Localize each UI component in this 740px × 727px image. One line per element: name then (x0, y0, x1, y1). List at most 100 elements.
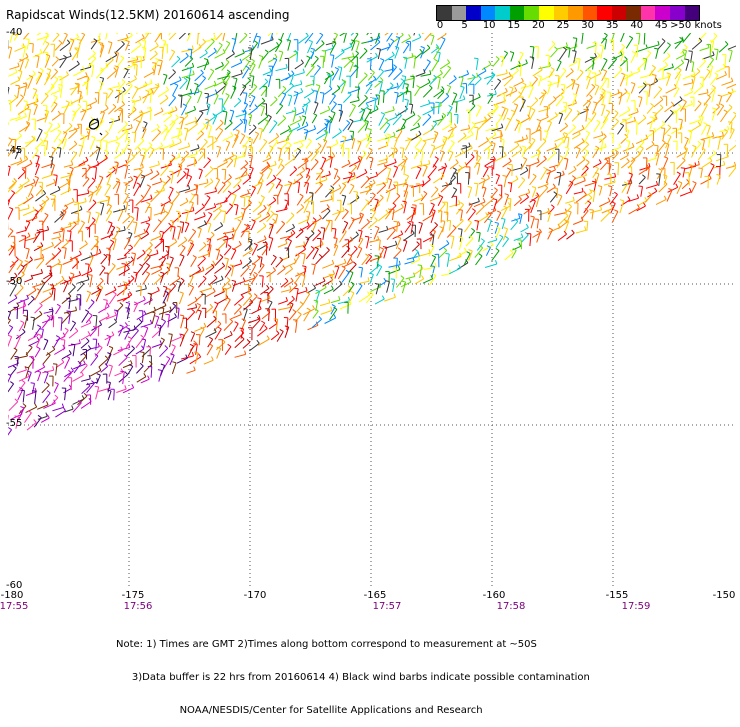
wind-barb (335, 49, 344, 59)
wind-barb (62, 33, 67, 44)
wind-barb (338, 266, 345, 279)
wind-barb (114, 149, 124, 159)
wind-barb (154, 108, 163, 116)
wind-barb (641, 33, 645, 45)
wind-barb (301, 275, 305, 287)
time-label: 17:59 (622, 601, 651, 612)
wind-barb (122, 264, 126, 277)
wind-barb (575, 84, 579, 95)
wind-barb (646, 141, 654, 149)
wind-barb (223, 132, 233, 140)
wind-barb (678, 133, 682, 143)
wind-barb (396, 237, 401, 249)
wind-barb (628, 167, 632, 178)
wind-barb (8, 69, 17, 77)
wind-barb (19, 373, 29, 381)
wind-barb (330, 307, 337, 320)
wind-barb (124, 238, 130, 249)
time-label: 17:56 (124, 601, 153, 612)
wind-barb (106, 210, 112, 221)
wind-barb (160, 95, 168, 104)
wind-barb (716, 153, 728, 161)
wind-barb (176, 211, 180, 222)
wind-barb (285, 155, 295, 166)
time-label: 17:55 (0, 601, 28, 612)
wind-barb (54, 382, 58, 392)
wind-barb (35, 347, 40, 357)
wind-barb (626, 36, 632, 48)
wind-barb (243, 78, 251, 88)
wind-barb (171, 131, 182, 139)
wind-barb (285, 83, 294, 94)
wind-barb (726, 162, 736, 168)
wind-barb (143, 90, 149, 103)
wind-barb (449, 265, 460, 274)
wind-barb (585, 179, 597, 186)
wind-barb (195, 204, 205, 214)
wind-barb (453, 196, 457, 206)
wind-barb (349, 218, 355, 230)
wind-barb (654, 145, 658, 156)
wind-barb (180, 315, 184, 328)
latitude-label: -40 (6, 27, 22, 38)
wind-barb (370, 273, 374, 284)
wind-barb (213, 302, 218, 313)
colorbar-swatch (481, 6, 496, 20)
wind-barb (601, 117, 608, 130)
wind-barb (448, 141, 455, 153)
wind-barb (35, 176, 39, 186)
wind-barb (639, 186, 643, 197)
wind-barb (37, 114, 47, 121)
wind-barb (133, 176, 137, 189)
wind-barb (149, 161, 159, 168)
wind-barb (160, 346, 168, 357)
latitude-label: -45 (6, 145, 22, 156)
wind-barb (105, 184, 111, 196)
wind-barb (91, 224, 95, 234)
wind-barb (222, 211, 226, 223)
wind-barb (114, 227, 120, 240)
wind-barb (462, 84, 466, 94)
wind-barb (191, 332, 195, 342)
wind-barb (199, 39, 206, 48)
wind-barb (411, 161, 422, 168)
wind-barb (547, 112, 557, 122)
wind-barb (178, 143, 189, 150)
wind-barb (393, 166, 397, 178)
wind-barb (386, 281, 390, 293)
wind-barb (215, 62, 223, 70)
wind-barb (566, 181, 573, 194)
wind-barb (452, 93, 457, 106)
wind-barb (26, 404, 37, 413)
wind-barb (198, 151, 204, 160)
wind-barb (65, 356, 70, 368)
wind-barb (276, 165, 284, 176)
wind-barb (479, 117, 488, 129)
wind-barb (143, 80, 152, 86)
wind-barb (321, 157, 326, 169)
wind-barb (137, 311, 146, 320)
wind-barb (146, 307, 156, 315)
wind-barb (253, 317, 261, 328)
wind-barb (108, 104, 116, 114)
wind-barb (497, 88, 507, 97)
wind-barb (268, 197, 276, 206)
wind-barb (53, 227, 63, 233)
wind-barb (217, 239, 226, 250)
wind-barb (198, 123, 206, 134)
wind-barb (65, 405, 74, 412)
wind-barb (52, 233, 61, 239)
wind-barb (573, 125, 585, 134)
longitude-label: -155 (606, 590, 629, 601)
wind-barb (620, 200, 624, 213)
wind-barb (41, 293, 52, 303)
wind-barb (18, 169, 25, 179)
wind-barb (242, 66, 249, 78)
wind-barb (584, 201, 591, 213)
wind-barb (8, 335, 12, 347)
wind-barb (346, 76, 350, 87)
wind-barb (131, 58, 135, 69)
wind-barb (449, 200, 460, 207)
wind-barb (328, 220, 332, 231)
wind-barb (419, 222, 423, 233)
